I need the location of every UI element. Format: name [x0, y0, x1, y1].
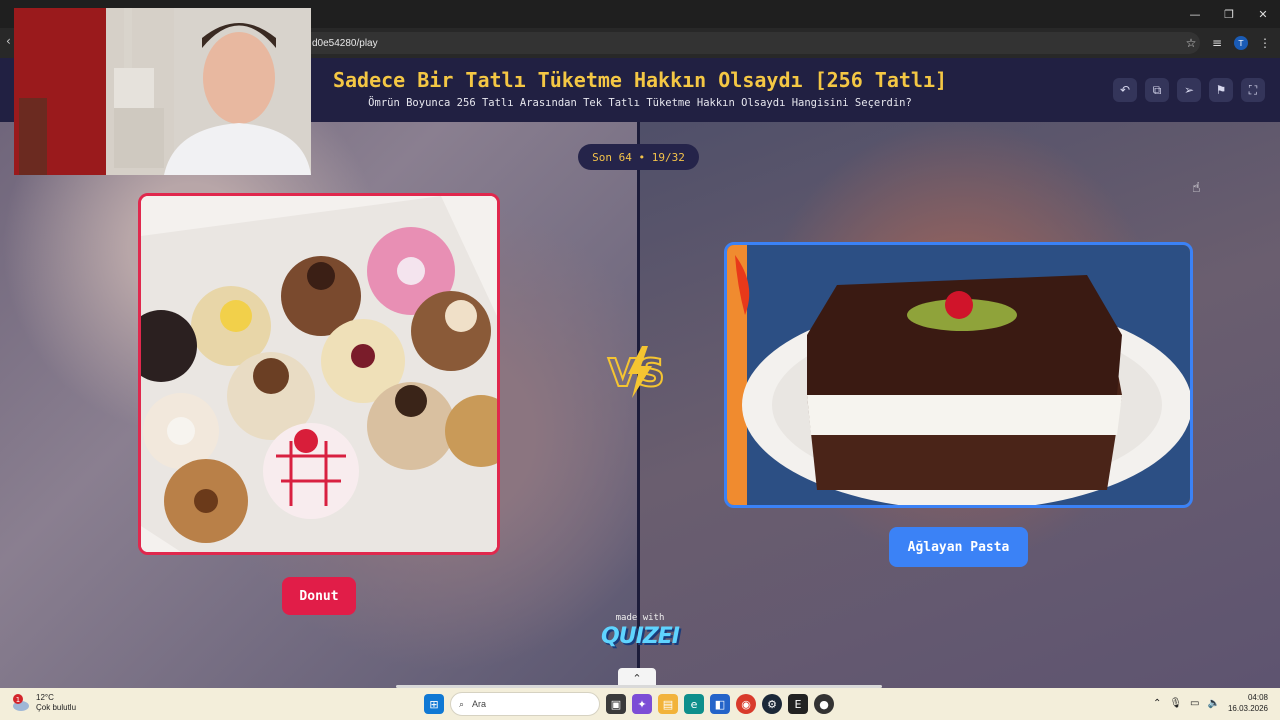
taskbar-apps: ⊞ ⌕ Ara ▣ ✦ ▤ e ◧ ◉ ⚙ E ●	[424, 692, 834, 716]
flag-icon[interactable]: ⚑	[1209, 78, 1233, 102]
webcam-feed	[14, 8, 311, 175]
edge-icon[interactable]: e	[684, 694, 704, 714]
weather-badge: 1	[16, 696, 20, 704]
center-divider	[637, 120, 640, 688]
weather-widget[interactable]: 1 12°C Çok bulutlu	[12, 693, 76, 713]
profile-avatar[interactable]: T	[1234, 36, 1248, 50]
cake-illustration	[727, 245, 1190, 505]
file-explorer-icon[interactable]: ▤	[658, 694, 678, 714]
webcam-overlay	[14, 8, 311, 175]
share-icon[interactable]: ⧉	[1145, 78, 1169, 102]
round-progress-badge: Son 64 • 19/32	[578, 144, 699, 170]
search-icon: ⌕	[459, 698, 465, 709]
chevron-up-tray-icon[interactable]: ⌃	[1153, 698, 1161, 709]
restore-icon[interactable]: ❐	[1212, 0, 1246, 28]
undo-icon[interactable]: ↶	[1113, 78, 1137, 102]
menu-kebab-icon[interactable]: ⋮	[1256, 32, 1274, 54]
clock-date: 16.03.2026	[1227, 704, 1268, 713]
media-control-icon[interactable]: ≡	[1208, 32, 1226, 54]
weather-temp: 12°C	[36, 693, 54, 702]
vs-lightning-icon: VS	[607, 346, 666, 398]
obs-icon[interactable]: ●	[814, 694, 834, 714]
quiz-title: Sadece Bir Tatlı Tüketme Hakkın Olsaydı …	[332, 68, 948, 92]
clock[interactable]: 04:08 16.03.2026	[1228, 692, 1268, 714]
minimize-icon[interactable]: —	[1178, 0, 1212, 28]
send-icon[interactable]: ➢	[1177, 78, 1201, 102]
monitor-icon[interactable]: ▭	[1190, 698, 1199, 709]
windows-taskbar: 1 12°C Çok bulutlu ⊞ ⌕ Ara ▣ ✦ ▤ e ◧ ◉ ⚙…	[0, 688, 1280, 720]
aglayan-pasta-choice-button[interactable]: Ağlayan Pasta	[889, 527, 1028, 567]
copilot-icon[interactable]: ✦	[632, 694, 652, 714]
quizei-logo[interactable]: QUIZEI	[596, 624, 684, 649]
close-icon[interactable]: ✕	[1246, 0, 1280, 28]
search-placeholder: Ara	[472, 699, 487, 709]
epic-games-icon[interactable]: E	[788, 694, 808, 714]
donut-choice-button[interactable]: Donut	[282, 577, 356, 615]
store-icon[interactable]: ◧	[710, 694, 730, 714]
steam-icon[interactable]: ⚙	[762, 694, 782, 714]
chrome-icon[interactable]: ◉	[736, 694, 756, 714]
made-with-label: made with	[615, 613, 665, 623]
cloud-icon: 1	[12, 694, 30, 712]
volume-icon[interactable]: 🔈	[1208, 698, 1220, 709]
bookmark-star-icon[interactable]: ☆	[1182, 32, 1200, 54]
clock-time: 04:08	[1247, 693, 1268, 702]
window-controls: — ❐ ✕	[1178, 0, 1280, 28]
windows-start-icon[interactable]: ⊞	[424, 694, 444, 714]
task-view-icon[interactable]: ▣	[606, 694, 626, 714]
weather-desc: Çok bulutlu	[36, 703, 77, 712]
back-arrow-icon[interactable]: ‹	[6, 34, 11, 48]
quiz-subtitle: Ömrün Boyunca 256 Tatlı Arasından Tek Ta…	[368, 97, 912, 109]
donut-illustration	[141, 196, 497, 552]
address-bar[interactable]: d0e54280/play	[300, 32, 1200, 54]
header-toolbar: ↶ ⧉ ➢ ⚑ ⛶	[1113, 78, 1265, 102]
microphone-icon[interactable]: 🎙	[1169, 698, 1182, 709]
hand-cursor-icon: ☝	[1192, 180, 1201, 196]
system-tray: ⌃ 🎙 ▭ 🔈 04:08 16.03.2026	[1153, 692, 1268, 714]
url-text: d0e54280/play	[312, 37, 378, 49]
taskbar-search[interactable]: ⌕ Ara	[450, 692, 600, 716]
left-choice-image[interactable]	[138, 193, 500, 555]
fullscreen-icon[interactable]: ⛶	[1241, 78, 1265, 102]
right-choice-image[interactable]	[724, 242, 1193, 508]
